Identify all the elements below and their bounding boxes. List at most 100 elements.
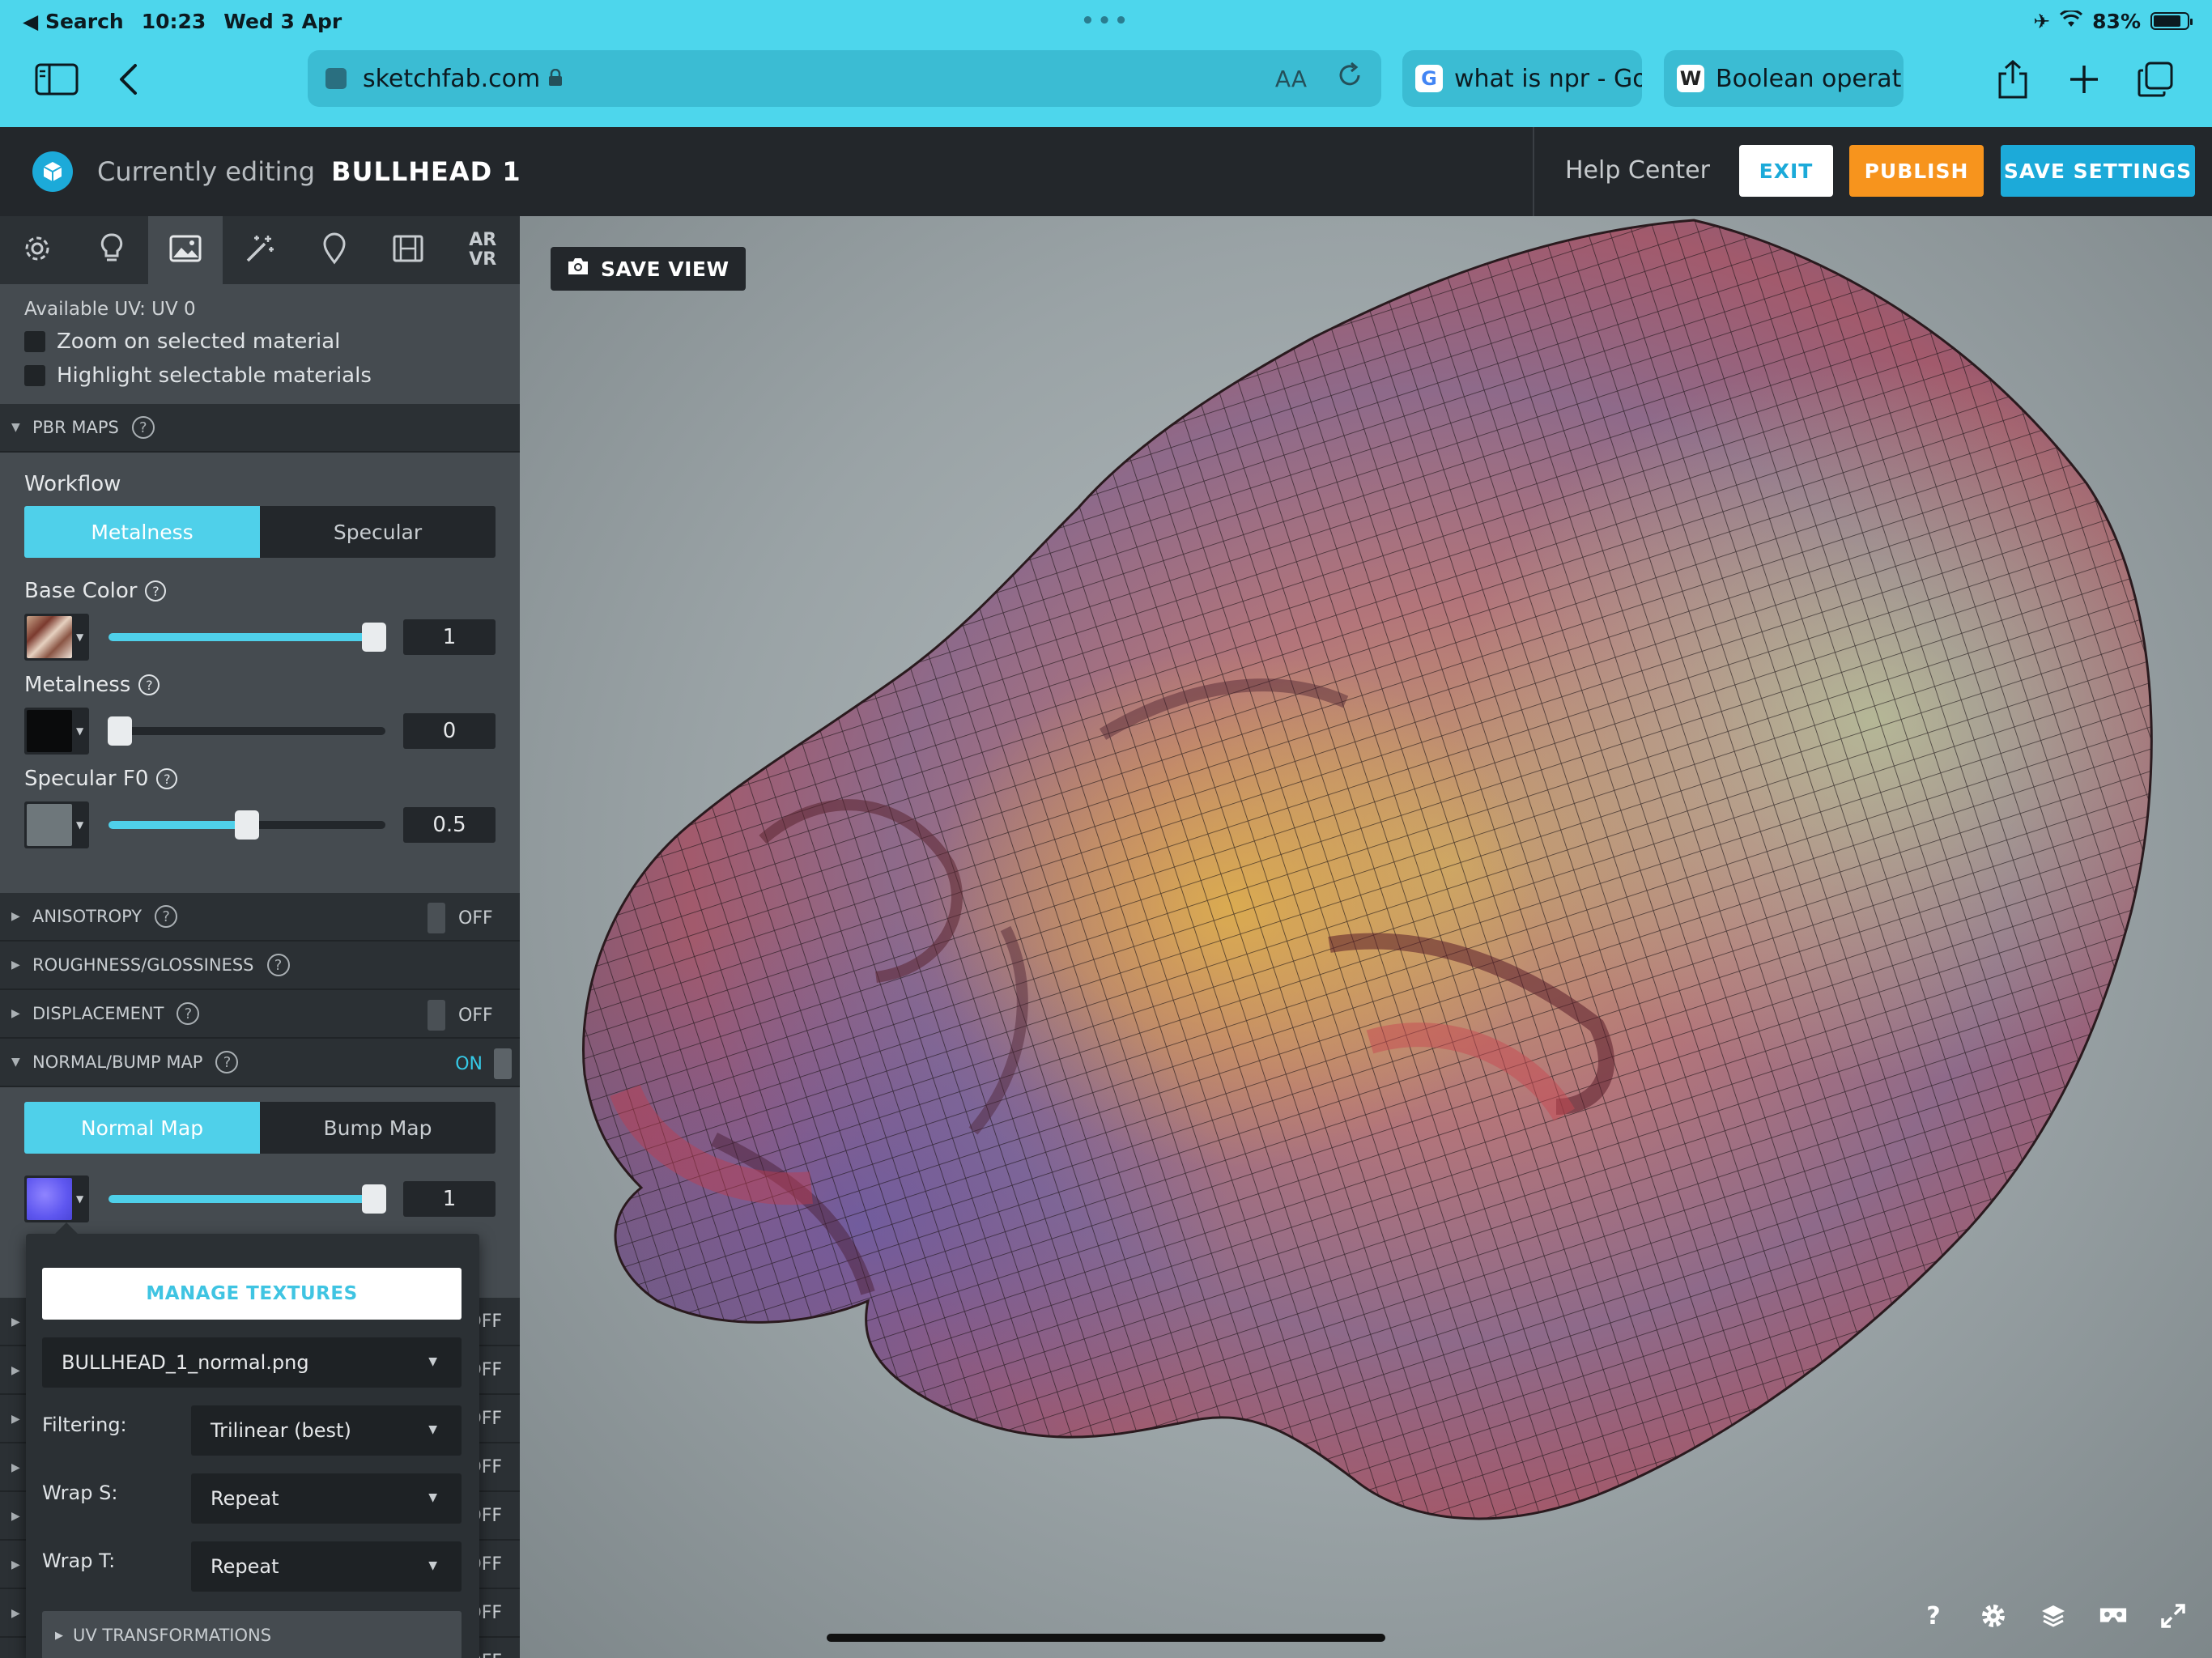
- displacement-toggle[interactable]: OFF: [428, 1000, 512, 1031]
- safari-tab-wikipedia[interactable]: W Boolean operatio: [1664, 50, 1904, 107]
- bump-map-button[interactable]: Bump Map: [260, 1102, 496, 1154]
- slider-thumb[interactable]: [107, 716, 132, 746]
- safari-tab-google[interactable]: G what is npr - Go: [1402, 50, 1642, 107]
- sidebar-toggle-icon[interactable]: [32, 55, 81, 104]
- highlight-selectable-checkbox[interactable]: [24, 365, 45, 386]
- wrap-t-label: Wrap T:: [42, 1550, 116, 1572]
- workflow-specular-button[interactable]: Specular: [260, 506, 496, 558]
- displacement-header[interactable]: ▶ DISPLACEMENT ? OFF: [0, 990, 520, 1039]
- settings-gear-icon[interactable]: [1979, 1601, 2008, 1630]
- home-indicator[interactable]: [827, 1634, 1385, 1642]
- chevron-down-icon: ▼: [428, 1559, 437, 1572]
- normal-map-button[interactable]: Normal Map: [24, 1102, 260, 1154]
- metalness-label-row: Metalness ?: [24, 673, 496, 697]
- base-color-value-input[interactable]: 1: [403, 619, 496, 655]
- fullscreen-icon[interactable]: [2159, 1601, 2188, 1630]
- multitasking-dots[interactable]: •••: [1081, 9, 1131, 33]
- help-icon[interactable]: ?: [156, 768, 178, 789]
- editor-tabs: AR VR: [0, 216, 520, 284]
- metalness-value-input[interactable]: 0: [403, 713, 496, 749]
- tab-post-processing[interactable]: [223, 216, 297, 284]
- specular-f0-texture-picker[interactable]: ▼: [24, 801, 89, 848]
- specular-f0-slider[interactable]: [108, 810, 385, 840]
- roughness-header[interactable]: ▶ ROUGHNESS/GLOSSINESS ?: [0, 942, 520, 990]
- slider-thumb[interactable]: [362, 1184, 387, 1214]
- help-icon[interactable]: ?: [266, 954, 290, 976]
- save-view-button[interactable]: SAVE VIEW: [551, 247, 746, 291]
- date: Wed 3 Apr: [223, 9, 342, 33]
- zoom-on-selected-checkbox[interactable]: [24, 331, 45, 352]
- site-favicon-icon: [325, 68, 347, 89]
- manage-textures-button[interactable]: MANAGE TEXTURES: [42, 1268, 462, 1320]
- reload-icon[interactable]: [1336, 62, 1363, 96]
- lock-icon: [548, 65, 563, 93]
- wrap-s-row: Wrap S: Repeat ▼: [42, 1473, 462, 1524]
- back-chevron-icon[interactable]: [104, 55, 152, 104]
- normal-map-value-input[interactable]: 1: [403, 1181, 496, 1217]
- base-color-texture-picker[interactable]: ▼: [24, 614, 89, 661]
- base-color-label: Base Color: [24, 579, 138, 603]
- help-icon[interactable]: ?: [138, 674, 160, 695]
- tab-overview-icon[interactable]: [2131, 55, 2180, 104]
- exit-button[interactable]: EXIT: [1739, 145, 1833, 197]
- normal-bump-toggle[interactable]: ON: [428, 1048, 512, 1079]
- normal-map-strength-slider[interactable]: [108, 1184, 387, 1214]
- tab-ar-vr[interactable]: AR VR: [445, 216, 520, 284]
- save-settings-button[interactable]: SAVE SETTINGS: [2001, 145, 2195, 197]
- back-to-app-link[interactable]: ◀ Search: [23, 10, 124, 33]
- wrap-t-value: Repeat: [211, 1555, 279, 1578]
- slider-thumb[interactable]: [362, 623, 387, 652]
- chevron-right-icon: ▶: [11, 959, 20, 971]
- available-uv-text: Available UV: UV 0: [24, 299, 196, 320]
- help-icon[interactable]: ?: [131, 416, 155, 439]
- specular-f0-value-input[interactable]: 0.5: [403, 807, 496, 843]
- tab-materials[interactable]: [148, 216, 223, 284]
- new-tab-icon[interactable]: [2060, 55, 2108, 104]
- tab-animation[interactable]: [372, 216, 446, 284]
- chevron-right-icon: ▶: [11, 1607, 20, 1620]
- wrap-t-select[interactable]: Repeat ▼: [191, 1541, 462, 1592]
- tab-general[interactable]: [0, 216, 74, 284]
- filtering-select[interactable]: Trilinear (best) ▼: [191, 1405, 462, 1456]
- uv-transformations-header[interactable]: ▶ UV TRANSFORMATIONS: [42, 1611, 462, 1658]
- vr-headset-icon[interactable]: [2099, 1601, 2128, 1630]
- 3d-viewport[interactable]: SAVE VIEW ?: [520, 216, 2212, 1658]
- zoom-on-selected-row[interactable]: Zoom on selected material: [24, 329, 496, 354]
- help-center-link[interactable]: Help Center: [1565, 156, 1710, 185]
- tab-lighting[interactable]: [74, 216, 149, 284]
- publish-button[interactable]: PUBLISH: [1849, 145, 1984, 197]
- base-color-slider[interactable]: [108, 623, 387, 652]
- material-options: Available UV: UV 0 Zoom on selected mate…: [0, 284, 520, 404]
- chevron-right-icon: ▶: [55, 1629, 63, 1642]
- anisotropy-header[interactable]: ▶ ANISOTROPY ? OFF: [0, 893, 520, 942]
- share-icon[interactable]: [1989, 55, 2037, 104]
- tab-title: Boolean operatio: [1716, 64, 1904, 93]
- help-icon[interactable]: ?: [1919, 1601, 1948, 1630]
- help-icon[interactable]: ?: [215, 1051, 239, 1073]
- layers-icon[interactable]: [2039, 1601, 2068, 1630]
- sketchfab-logo-icon[interactable]: [32, 151, 73, 192]
- toggle-state: ON: [455, 1053, 483, 1074]
- slider-thumb[interactable]: [235, 810, 259, 840]
- anisotropy-toggle[interactable]: OFF: [428, 903, 512, 933]
- bull-head-model[interactable]: [520, 216, 2212, 1658]
- metalness-texture-picker[interactable]: ▼: [24, 708, 89, 755]
- wrap-s-select[interactable]: Repeat ▼: [191, 1473, 462, 1524]
- uv-transformations-label: UV TRANSFORMATIONS: [73, 1626, 272, 1645]
- highlight-selectable-row[interactable]: Highlight selectable materials: [24, 363, 496, 388]
- pin-icon: [322, 232, 347, 268]
- airplane-icon: ✈: [2033, 9, 2051, 33]
- help-icon[interactable]: ?: [155, 905, 178, 928]
- metalness-slider[interactable]: [107, 716, 385, 746]
- texture-file-select[interactable]: BULLHEAD_1_normal.png ▼: [42, 1337, 462, 1388]
- tab-annotations[interactable]: [297, 216, 372, 284]
- normal-bump-header[interactable]: ▼ NORMAL/BUMP MAP ? ON: [0, 1039, 520, 1087]
- url-bar[interactable]: sketchfab.com AA: [308, 50, 1381, 107]
- pbr-maps-header[interactable]: ▼ PBR MAPS ?: [0, 404, 520, 453]
- normal-map-texture-picker[interactable]: ▼: [24, 1175, 89, 1222]
- workflow-metalness-button[interactable]: Metalness: [24, 506, 260, 558]
- help-icon[interactable]: ?: [145, 580, 167, 602]
- chevron-down-icon: ▼: [11, 421, 20, 434]
- help-icon[interactable]: ?: [177, 1002, 200, 1025]
- text-size-button[interactable]: AA: [1275, 66, 1307, 92]
